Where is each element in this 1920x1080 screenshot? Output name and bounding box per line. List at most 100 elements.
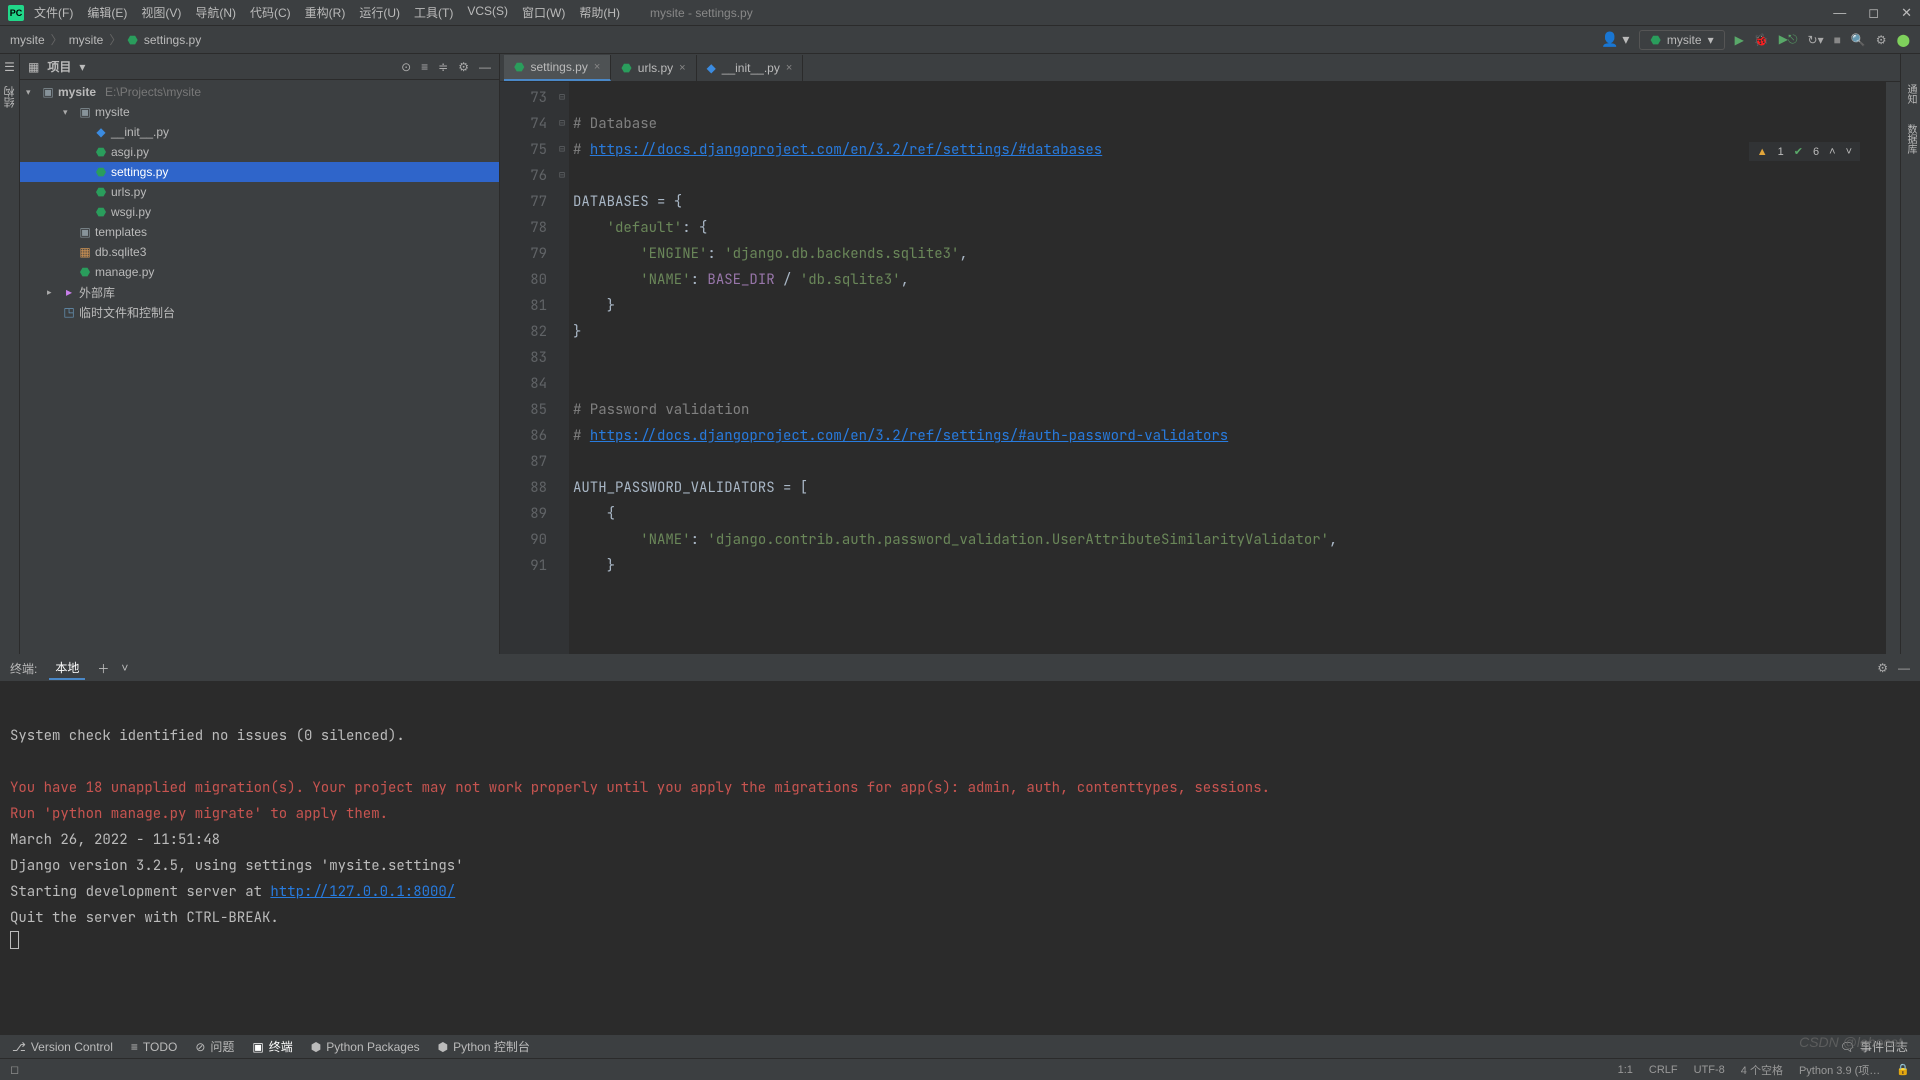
- tree-arrow-icon[interactable]: ▸: [47, 287, 59, 298]
- chevron-down-icon[interactable]: ▾: [79, 60, 85, 74]
- menu-item[interactable]: 文件(F): [34, 4, 73, 21]
- tree-item[interactable]: ▸▸外部库: [20, 282, 499, 302]
- gear-icon[interactable]: ⚙: [458, 60, 469, 74]
- menu-item[interactable]: 窗口(W): [522, 4, 565, 21]
- tree-item[interactable]: ▣templates: [20, 222, 499, 242]
- right-tool-strip[interactable]: 通知 数据库: [1900, 54, 1920, 654]
- bottom-tool-tabs: ⎇Version Control ≡TODO ⊘问题 ▣终端 ⬢Python Packa…: [0, 1034, 1920, 1058]
- left-tool-strip[interactable]: ☰ 结构: [0, 54, 20, 654]
- panel-title: 项目: [47, 58, 71, 75]
- tree-item[interactable]: ⬣wsgi.py: [20, 202, 499, 222]
- tool-tab[interactable]: ⊘问题: [195, 1038, 234, 1055]
- close-tab-icon[interactable]: ×: [594, 61, 600, 73]
- editor-scrollbar[interactable]: [1886, 82, 1900, 654]
- assist-icon[interactable]: ⬤: [1897, 33, 1910, 47]
- tree-root[interactable]: ▾ ▣ mysite E:\Projects\mysite: [20, 82, 499, 102]
- project-view-icon[interactable]: ▦: [28, 60, 39, 74]
- collapse-icon[interactable]: ≑: [438, 60, 448, 74]
- tree-item[interactable]: ◆__init__.py: [20, 122, 499, 142]
- code-content[interactable]: # Database# https://docs.djangoproject.c…: [569, 82, 1886, 654]
- db-icon: ▦: [78, 245, 92, 259]
- chevron-down-icon[interactable]: ˅: [1846, 146, 1852, 158]
- tab-label: urls.py: [638, 61, 673, 75]
- tree-item[interactable]: ▦db.sqlite3: [20, 242, 499, 262]
- chevron-down-icon[interactable]: ˅: [121, 661, 128, 675]
- fold-gutter[interactable]: ⊟⊟⊟⊟: [555, 82, 569, 654]
- more-run-icon[interactable]: ↻▾: [1808, 33, 1824, 47]
- tree-item[interactable]: ⬣settings.py: [20, 162, 499, 182]
- tree-item[interactable]: ⬣manage.py: [20, 262, 499, 282]
- tool-tab-label: Python Packages: [326, 1040, 419, 1054]
- tree-item-label: settings.py: [111, 165, 168, 179]
- menu-item[interactable]: 帮助(H): [579, 4, 620, 21]
- tool-tab[interactable]: ⎇Version Control: [12, 1040, 113, 1054]
- editor-body[interactable]: 73747576777879808182838485868788899091 ⊟…: [500, 82, 1900, 654]
- line-separator[interactable]: CRLF: [1649, 1064, 1678, 1076]
- close-tab-icon[interactable]: ×: [679, 62, 685, 74]
- locate-icon[interactable]: ⊙: [401, 60, 411, 74]
- menu-item[interactable]: 视图(V): [141, 4, 181, 21]
- tree-item[interactable]: ⬣urls.py: [20, 182, 499, 202]
- tool-tab[interactable]: ≡TODO: [131, 1040, 177, 1054]
- project-tree[interactable]: ▾ ▣ mysite E:\Projects\mysite ▾▣mysite◆_…: [20, 80, 499, 654]
- notifications-tab[interactable]: 通知: [1903, 84, 1918, 104]
- hide-icon[interactable]: —: [479, 60, 491, 74]
- user-icon[interactable]: 👤 ▾: [1601, 31, 1629, 48]
- tmp-icon: ◳: [62, 305, 76, 319]
- run-icon[interactable]: ▶: [1735, 33, 1744, 47]
- breadcrumb-item[interactable]: mysite: [10, 33, 45, 47]
- settings-icon[interactable]: ⚙: [1876, 33, 1887, 47]
- tool-tab-icon: ▣: [252, 1040, 263, 1054]
- status-left-icon[interactable]: ◻: [10, 1063, 19, 1076]
- terminal-output[interactable]: System check identified no issues (0 sil…: [0, 681, 1920, 1034]
- indent-info[interactable]: 4 个空格: [1741, 1062, 1783, 1078]
- run-with-coverage-icon[interactable]: ▶⎋: [1779, 32, 1798, 47]
- tool-tab[interactable]: ⬢Python 控制台: [438, 1038, 530, 1055]
- lock-icon[interactable]: 🔒: [1896, 1063, 1910, 1076]
- structure-tab[interactable]: 结构: [2, 86, 18, 108]
- lib-icon: ▸: [62, 285, 76, 299]
- dj-icon: ⬣: [514, 60, 524, 74]
- menu-item[interactable]: 重构(R): [305, 4, 346, 21]
- minimize-icon[interactable]: —: [1833, 5, 1846, 21]
- inspection-widget[interactable]: ▲ 1 ✔ 6 ˄ ˅: [1749, 142, 1860, 161]
- tree-arrow-icon[interactable]: ▾: [63, 107, 75, 118]
- editor-tab[interactable]: ⬣urls.py×: [611, 55, 696, 81]
- menu-item[interactable]: 导航(N): [195, 4, 236, 21]
- py-icon: ◆: [707, 61, 716, 75]
- tree-item[interactable]: ⬣asgi.py: [20, 142, 499, 162]
- tree-item-label: mysite: [95, 105, 130, 119]
- menu-item[interactable]: 运行(U): [359, 4, 400, 21]
- hide-icon[interactable]: —: [1898, 661, 1910, 675]
- debug-icon[interactable]: 🐞: [1754, 33, 1769, 47]
- menu-item[interactable]: VCS(S): [467, 4, 508, 21]
- chevron-up-icon[interactable]: ˄: [1829, 146, 1835, 158]
- editor-tab[interactable]: ⬣settings.py×: [504, 55, 611, 81]
- tool-tab[interactable]: ▣终端: [252, 1038, 292, 1055]
- maximize-icon[interactable]: ◻: [1868, 5, 1879, 21]
- interpreter-info[interactable]: Python 3.9 (项…: [1799, 1062, 1880, 1078]
- tool-tab-label: Python 控制台: [453, 1038, 530, 1055]
- add-terminal-icon[interactable]: ＋: [97, 660, 109, 677]
- stop-icon[interactable]: ■: [1834, 33, 1841, 47]
- close-tab-icon[interactable]: ×: [786, 62, 792, 74]
- cursor-position[interactable]: 1:1: [1618, 1064, 1633, 1076]
- py-icon: ◆: [94, 125, 108, 139]
- editor-tab[interactable]: ◆__init__.py×: [697, 55, 804, 81]
- breadcrumb-item[interactable]: mysite: [69, 33, 104, 47]
- tree-item[interactable]: ▾▣mysite: [20, 102, 499, 122]
- menu-item[interactable]: 代码(C): [250, 4, 291, 21]
- terminal-tab-local[interactable]: 本地: [49, 657, 85, 680]
- breadcrumb-item[interactable]: settings.py: [144, 33, 201, 47]
- file-encoding[interactable]: UTF-8: [1694, 1064, 1725, 1076]
- menu-item[interactable]: 工具(T): [414, 4, 453, 21]
- menu-item[interactable]: 编辑(E): [87, 4, 127, 21]
- gear-icon[interactable]: ⚙: [1877, 661, 1888, 675]
- run-config-selector[interactable]: ⬣ mysite ▾: [1639, 30, 1724, 50]
- database-tab[interactable]: 数据库: [1903, 124, 1918, 154]
- expand-icon[interactable]: ≡: [421, 60, 428, 74]
- tree-item[interactable]: ◳临时文件和控制台: [20, 302, 499, 322]
- close-icon[interactable]: ✕: [1901, 5, 1912, 21]
- search-icon[interactable]: 🔍: [1851, 33, 1866, 47]
- tool-tab[interactable]: ⬢Python Packages: [311, 1040, 420, 1054]
